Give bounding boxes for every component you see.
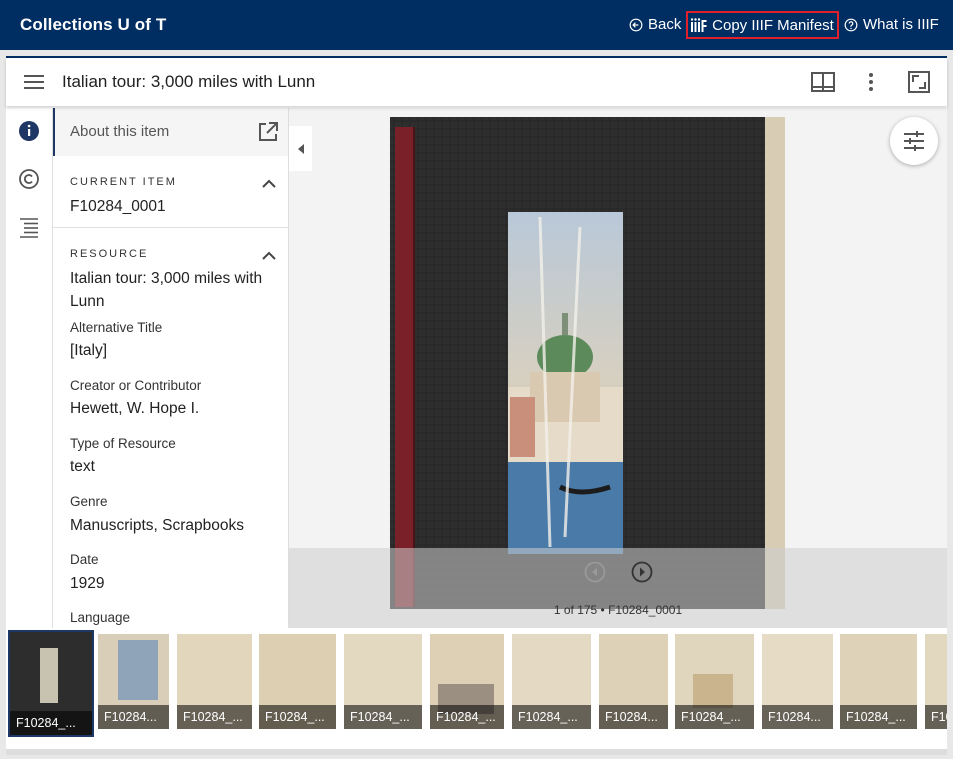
thumbnail-image <box>118 640 158 700</box>
more-options-icon[interactable] <box>866 71 876 93</box>
current-item-heading: CURRENT ITEM <box>70 176 177 188</box>
mirador-viewer: Italian tour: 3,000 miles with Lunn Abou… <box>6 56 947 755</box>
caret-left-icon <box>297 143 304 154</box>
field-label: Type of Resource <box>70 436 176 451</box>
thumbnail-item[interactable]: F10 <box>925 634 947 729</box>
thumbnail-label: F10284_... <box>512 705 591 729</box>
table-of-contents-icon[interactable] <box>18 216 40 238</box>
thumbnail-label: F10284_... <box>430 705 504 729</box>
panel-header: About this item <box>53 108 288 156</box>
back-arrow-icon <box>629 18 643 31</box>
collapse-resource-icon[interactable] <box>262 251 276 261</box>
site-brand[interactable]: Collections U of T <box>20 15 166 35</box>
current-item-value: F10284_0001 <box>70 198 166 215</box>
field-label: Language <box>70 610 131 625</box>
open-in-new-icon[interactable] <box>258 122 278 142</box>
copy-iiif-manifest-button[interactable]: Copy IIIF Manifest <box>686 11 839 39</box>
copy-iiif-manifest-label: Copy IIIF Manifest <box>712 16 834 34</box>
field-value: [Italy] <box>70 342 108 359</box>
back-link-label: Back <box>648 16 682 33</box>
previous-page-icon[interactable] <box>584 561 606 583</box>
viewer-header: Italian tour: 3,000 miles with Lunn <box>6 58 947 106</box>
what-is-iiif-label: What is IIIF <box>863 16 939 33</box>
page-counter: 1 of 175 • F10284_0001 <box>553 603 683 617</box>
field-value: 1929 <box>70 575 105 592</box>
fullscreen-icon[interactable] <box>908 71 930 93</box>
thumbnail-image <box>693 674 733 708</box>
book-view-icon[interactable] <box>811 71 835 93</box>
thumbnail-label: F10 <box>925 705 947 729</box>
thumbnail-item[interactable]: F10284_... <box>177 634 252 729</box>
thumbnail-scrollbar[interactable] <box>6 749 947 755</box>
field-label: Genre <box>70 494 108 509</box>
top-navigation-bar: Collections U of T Back Copy IIIF Manife… <box>0 0 953 50</box>
tune-icon <box>904 131 924 151</box>
collapse-current-item-icon[interactable] <box>262 179 276 189</box>
what-is-iiif-link[interactable]: What is IIIF <box>844 16 939 33</box>
thumbnail-item[interactable]: F10284_... <box>512 634 591 729</box>
book-cover-image <box>390 117 785 609</box>
image-tools-button[interactable] <box>890 117 938 165</box>
thumbnail-item[interactable]: F10284... <box>98 634 169 729</box>
thumbnail-label: F10284... <box>599 705 668 729</box>
panel-title: About this item <box>70 123 170 140</box>
field-value: text <box>70 458 95 475</box>
back-link[interactable]: Back <box>629 16 681 33</box>
field-label: Creator or Contributor <box>70 378 202 393</box>
thumbnail-item[interactable]: F10284_... <box>840 634 917 729</box>
menu-icon[interactable] <box>24 75 44 89</box>
thumbnail-item[interactable]: F10284... <box>599 634 668 729</box>
thumbnail-label: F10284... <box>762 705 833 729</box>
next-page-icon[interactable] <box>631 561 653 583</box>
thumbnail-label: F10284_... <box>10 711 92 735</box>
field-value: Manuscripts, Scrapbooks <box>70 517 245 534</box>
thumbnail-image <box>40 648 58 703</box>
about-this-item-panel: About this item CURRENT ITEM F10284_0001… <box>53 108 289 628</box>
thumbnail-label: F10284_... <box>344 705 422 729</box>
field-value: Hewett, W. Hope I. <box>70 400 200 417</box>
collapse-panel-button[interactable] <box>289 126 312 171</box>
iiif-icon <box>691 18 707 32</box>
thumbnail-label: F10284_... <box>675 705 754 729</box>
info-icon[interactable] <box>18 120 40 142</box>
thumbnail-label: F10284_... <box>840 705 917 729</box>
thumbnail-item[interactable]: F10284_... <box>8 630 94 737</box>
resource-title: Italian tour: 3,000 miles with Lunn <box>70 270 263 310</box>
help-circle-icon <box>844 18 858 31</box>
image-canvas[interactable]: 1 of 175 • F10284_0001 <box>289 108 947 628</box>
thumbnail-item[interactable]: F10284_... <box>344 634 422 729</box>
thumbnail-navigation: F10284_... F10284... F10284_... F10284_.… <box>6 628 947 755</box>
thumbnail-label: F10284_... <box>177 705 252 729</box>
copyright-icon[interactable] <box>18 168 40 190</box>
companion-rail <box>6 108 53 628</box>
thumbnail-label: F10284... <box>98 705 169 729</box>
field-label: Alternative Title <box>70 320 163 335</box>
window-title: Italian tour: 3,000 miles with Lunn <box>62 72 316 91</box>
field-label: Date <box>70 552 99 567</box>
book-cover-illustration <box>390 117 785 609</box>
thumbnail-item[interactable]: F10284_... <box>675 634 754 729</box>
section-divider <box>53 227 288 228</box>
thumbnail-item[interactable]: F10284_... <box>430 634 504 729</box>
thumbnail-item[interactable]: F10284_... <box>259 634 336 729</box>
thumbnail-item[interactable]: F10284... <box>762 634 833 729</box>
resource-heading: RESOURCE <box>70 248 149 260</box>
thumbnail-label: F10284_... <box>259 705 336 729</box>
